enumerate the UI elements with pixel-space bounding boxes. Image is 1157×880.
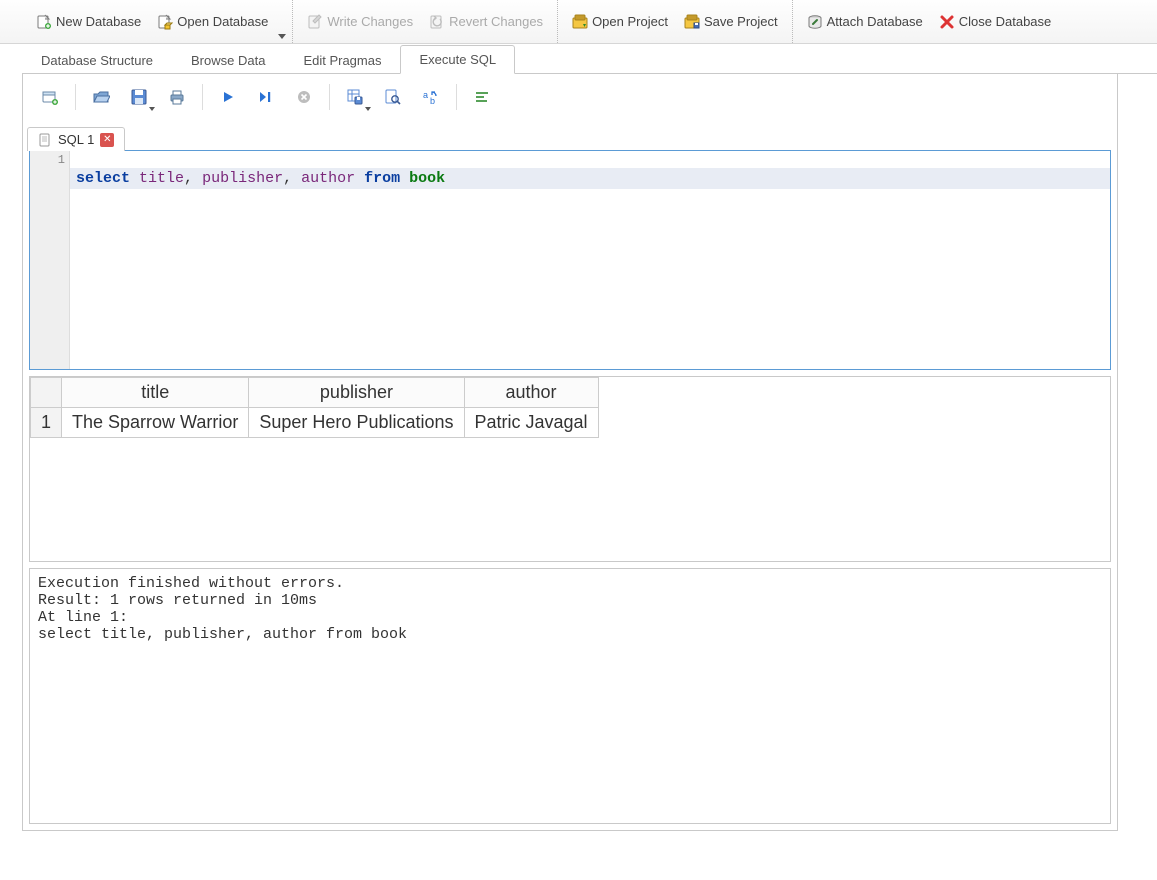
column-header[interactable]: author: [464, 378, 598, 408]
new-database-label: New Database: [56, 14, 141, 29]
svg-text:a: a: [423, 90, 428, 100]
table-cell[interactable]: The Sparrow Warrior: [62, 408, 249, 438]
open-sql-file-button[interactable]: [84, 82, 118, 112]
write-changes-label: Write Changes: [327, 14, 413, 29]
close-database-icon: [939, 14, 955, 30]
print-button[interactable]: [160, 82, 194, 112]
results-table: title publisher author 1 The Sparrow War…: [30, 377, 599, 438]
sql-editor[interactable]: 1 select title, publisher, author from b…: [29, 150, 1111, 370]
chevron-down-icon: [365, 107, 371, 111]
save-sql-file-button[interactable]: [122, 82, 156, 112]
row-number-cell: 1: [31, 408, 62, 438]
editor-code[interactable]: select title, publisher, author from boo…: [70, 151, 1110, 369]
attach-database-button[interactable]: Attach Database: [799, 10, 931, 34]
project-save-icon: [684, 14, 700, 30]
results-header-row: title publisher author: [31, 378, 599, 408]
line-number: 1: [34, 153, 65, 167]
save-results-button[interactable]: [338, 82, 372, 112]
find-button[interactable]: [376, 82, 410, 112]
sql-file-tabs: SQL 1 ✕: [23, 120, 1117, 150]
open-database-dropdown-icon[interactable]: [278, 34, 286, 39]
revert-changes-label: Revert Changes: [449, 14, 543, 29]
stop-button[interactable]: [287, 82, 321, 112]
table-cell[interactable]: Patric Javagal: [464, 408, 598, 438]
main-toolbar: New Database Open Database Write Changes…: [0, 0, 1157, 44]
sql-toolbar: ab: [23, 74, 1117, 120]
database-open-icon: [157, 14, 173, 30]
open-project-button[interactable]: Open Project: [564, 10, 676, 34]
editor-gutter: 1: [30, 151, 70, 369]
column-header[interactable]: publisher: [249, 378, 464, 408]
format-sql-button[interactable]: [465, 82, 499, 112]
table-cell[interactable]: Super Hero Publications: [249, 408, 464, 438]
revert-changes-icon: [429, 14, 445, 30]
attach-database-label: Attach Database: [827, 14, 923, 29]
execute-current-line-button[interactable]: [249, 82, 283, 112]
open-database-button[interactable]: Open Database: [149, 10, 276, 34]
attach-database-icon: [807, 14, 823, 30]
tab-database-structure[interactable]: Database Structure: [22, 46, 172, 74]
svg-text:b: b: [430, 96, 435, 106]
write-changes-icon: [307, 14, 323, 30]
close-sql-tab-button[interactable]: ✕: [100, 133, 114, 147]
results-pane[interactable]: title publisher author 1 The Sparrow War…: [29, 376, 1111, 562]
close-database-button[interactable]: Close Database: [931, 10, 1060, 34]
row-number-header: [31, 378, 62, 408]
view-tabs: Database Structure Browse Data Edit Prag…: [22, 44, 1157, 74]
database-new-icon: [36, 14, 52, 30]
sql-file-tab[interactable]: SQL 1 ✕: [27, 127, 125, 151]
new-sql-tab-button[interactable]: [33, 82, 67, 112]
project-open-icon: [572, 14, 588, 30]
save-project-label: Save Project: [704, 14, 778, 29]
sql-file-icon: [38, 133, 52, 147]
open-database-label: Open Database: [177, 14, 268, 29]
tab-execute-sql[interactable]: Execute SQL: [400, 45, 515, 74]
save-project-button[interactable]: Save Project: [676, 10, 786, 34]
sql-file-tab-label: SQL 1: [58, 132, 94, 147]
chevron-down-icon: [149, 107, 155, 111]
column-header[interactable]: title: [62, 378, 249, 408]
execute-all-button[interactable]: [211, 82, 245, 112]
tab-edit-pragmas[interactable]: Edit Pragmas: [284, 46, 400, 74]
execution-log[interactable]: Execution finished without errors. Resul…: [29, 568, 1111, 824]
table-row[interactable]: 1 The Sparrow Warrior Super Hero Publica…: [31, 408, 599, 438]
open-project-label: Open Project: [592, 14, 668, 29]
revert-changes-button[interactable]: Revert Changes: [421, 10, 551, 34]
close-database-label: Close Database: [959, 14, 1052, 29]
find-replace-button[interactable]: ab: [414, 82, 448, 112]
new-database-button[interactable]: New Database: [28, 10, 149, 34]
tab-browse-data[interactable]: Browse Data: [172, 46, 284, 74]
write-changes-button[interactable]: Write Changes: [299, 10, 421, 34]
